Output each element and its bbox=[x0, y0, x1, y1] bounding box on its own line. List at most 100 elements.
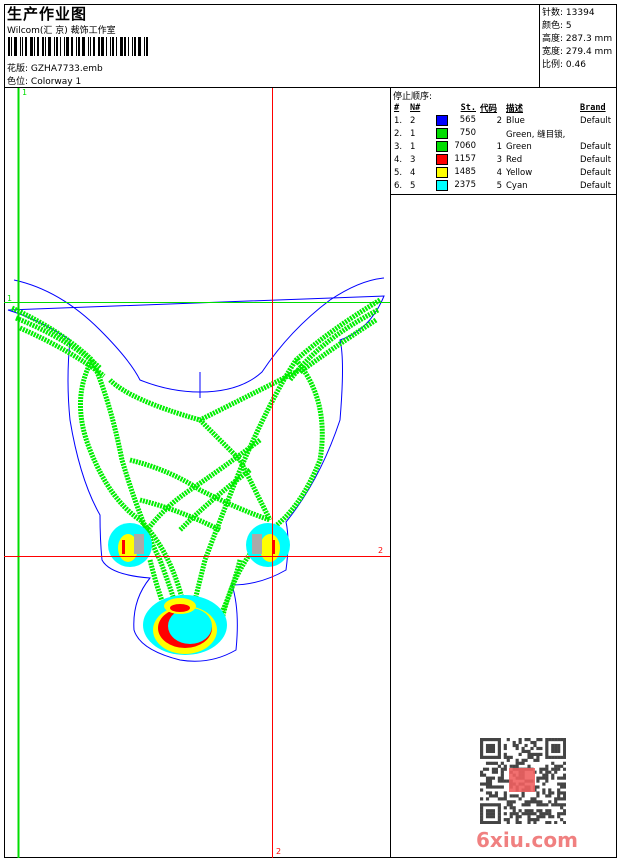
qr-module bbox=[527, 818, 531, 822]
qr-module bbox=[497, 746, 501, 751]
qr-module bbox=[491, 749, 496, 754]
watermark-logo: 6xiu.com bbox=[476, 828, 578, 852]
qr-module bbox=[500, 770, 504, 774]
qr-module bbox=[554, 770, 558, 774]
qr-module bbox=[494, 821, 498, 824]
qr-module bbox=[512, 800, 516, 804]
qr-module bbox=[488, 782, 493, 786]
qr-module bbox=[509, 794, 513, 798]
qr-module bbox=[548, 738, 552, 742]
qr-module bbox=[524, 800, 528, 804]
qr-module bbox=[545, 779, 549, 783]
qr-module bbox=[554, 743, 558, 748]
qr-module bbox=[551, 761, 555, 765]
qr-module bbox=[512, 812, 516, 816]
qr-module bbox=[557, 797, 561, 801]
qr-module bbox=[560, 803, 564, 807]
qr-module bbox=[551, 749, 555, 754]
qr-module bbox=[533, 752, 537, 756]
qr-module bbox=[488, 809, 493, 813]
qr-module bbox=[560, 785, 564, 789]
qr-module bbox=[515, 761, 519, 765]
qr-module bbox=[536, 794, 540, 798]
qr-module bbox=[554, 803, 558, 807]
qr-module bbox=[494, 785, 498, 789]
qr-module bbox=[539, 809, 543, 813]
qr-module bbox=[554, 746, 558, 751]
qr-module bbox=[491, 770, 496, 774]
qr-module bbox=[512, 743, 516, 748]
qr-module bbox=[530, 755, 534, 759]
qr-module bbox=[527, 800, 531, 804]
qr-module bbox=[545, 821, 549, 824]
qr-module bbox=[485, 761, 490, 765]
qr-module bbox=[527, 755, 531, 759]
qr-module bbox=[494, 761, 498, 765]
qr-module bbox=[563, 761, 566, 765]
qr-module bbox=[488, 812, 493, 816]
qr-module bbox=[545, 770, 549, 774]
qr-module bbox=[497, 738, 501, 742]
qr-module bbox=[536, 800, 540, 804]
qr-module bbox=[563, 803, 566, 807]
qr-module bbox=[527, 752, 531, 756]
qr-module bbox=[503, 767, 507, 771]
qr-module bbox=[482, 773, 487, 777]
qr-module bbox=[560, 806, 564, 810]
qr-module bbox=[491, 767, 496, 771]
qr-module bbox=[515, 794, 519, 798]
qr-module bbox=[488, 776, 493, 780]
qr-module bbox=[545, 755, 549, 759]
qr-module bbox=[506, 738, 510, 742]
qr-module bbox=[485, 821, 490, 824]
qr-module bbox=[545, 764, 549, 768]
qr-module bbox=[551, 755, 555, 759]
qr-module bbox=[491, 809, 496, 813]
qr-module bbox=[533, 797, 537, 801]
qr-module bbox=[524, 758, 528, 762]
qr-module bbox=[539, 752, 543, 756]
qr-module bbox=[545, 743, 549, 748]
qr-module bbox=[557, 794, 561, 798]
qr-module bbox=[530, 752, 534, 756]
qr-module bbox=[554, 800, 558, 804]
qr-module bbox=[506, 803, 510, 807]
right-motif bbox=[246, 523, 290, 567]
qr-module bbox=[503, 764, 507, 768]
qr-module bbox=[480, 803, 484, 807]
qr-module bbox=[557, 746, 561, 751]
qr-module bbox=[539, 800, 543, 804]
qr-module bbox=[503, 797, 507, 801]
qr-module bbox=[548, 821, 552, 824]
qr-module bbox=[485, 755, 490, 759]
qr-module bbox=[518, 761, 522, 765]
qr-module bbox=[536, 746, 540, 751]
qr-module bbox=[542, 782, 546, 786]
qr-module bbox=[518, 797, 522, 801]
guide-label-2-vertical: 2 bbox=[276, 847, 282, 856]
qr-module bbox=[557, 812, 561, 816]
qr-module bbox=[560, 818, 564, 822]
qr-module bbox=[491, 746, 496, 751]
qr-module bbox=[497, 764, 501, 768]
qr-module bbox=[491, 815, 496, 819]
qr-module bbox=[560, 797, 564, 801]
qr-module bbox=[551, 743, 555, 748]
qr-module bbox=[497, 812, 501, 816]
qr-module bbox=[563, 752, 566, 756]
qr-module bbox=[563, 743, 566, 748]
qr-module bbox=[527, 821, 531, 824]
qr-module bbox=[539, 770, 543, 774]
qr-module bbox=[536, 785, 540, 789]
qr-module bbox=[480, 738, 484, 742]
qr-module bbox=[497, 803, 501, 807]
qr-module bbox=[557, 749, 561, 754]
qr-module bbox=[485, 785, 490, 789]
qr-module bbox=[527, 809, 531, 813]
qr-module bbox=[554, 767, 558, 771]
qr-module bbox=[515, 815, 519, 819]
qr-module bbox=[530, 809, 534, 813]
qr-module bbox=[512, 806, 516, 810]
qr-module bbox=[548, 794, 552, 798]
qr-module bbox=[488, 791, 493, 795]
